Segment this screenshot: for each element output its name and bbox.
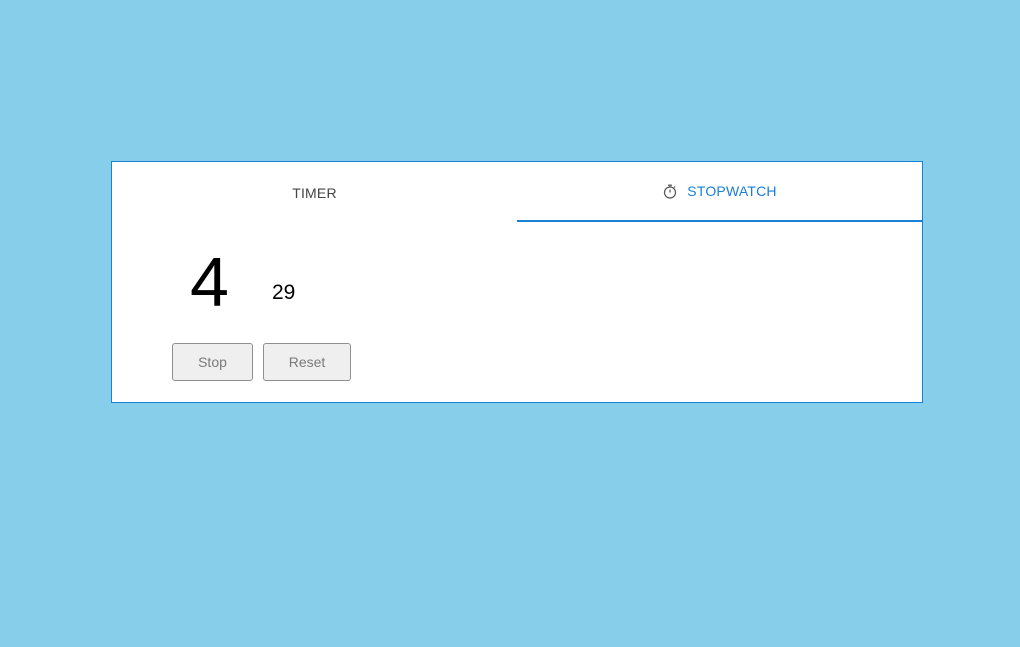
- stop-button[interactable]: Stop: [172, 343, 253, 381]
- tab-bar: TIMER STOPWATCH: [112, 162, 922, 222]
- tab-timer-label: TIMER: [292, 185, 337, 201]
- timer-stopwatch-widget: TIMER STOPWATCH 4 29 Stop Reset: [111, 161, 923, 403]
- tab-stopwatch[interactable]: STOPWATCH: [517, 162, 922, 222]
- reset-button[interactable]: Reset: [263, 343, 351, 381]
- elapsed-sub-value: 29: [272, 281, 296, 304]
- tab-stopwatch-label: STOPWATCH: [687, 183, 777, 199]
- elapsed-main-value: 4: [190, 243, 229, 321]
- stopwatch-icon: [662, 183, 678, 199]
- tab-timer[interactable]: TIMER: [112, 162, 517, 222]
